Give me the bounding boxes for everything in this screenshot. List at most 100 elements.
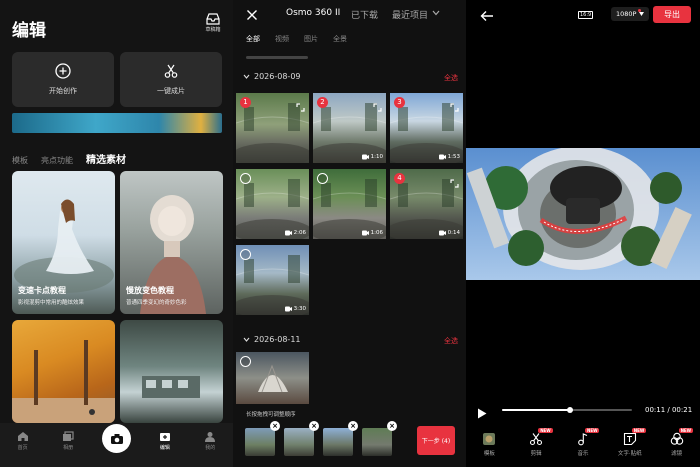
export-button[interactable]: 导出 (653, 6, 691, 23)
new-badge: NEW (584, 428, 600, 433)
card-subtitle: 影视混剪中常用的酷炫效果 (18, 300, 85, 306)
edit-screen: 编辑 草稿箱 开始创作 一键成片 模板 亮点功能 精选素材 变速卡点教程 影视混… (0, 0, 233, 467)
duration-label: 3:30 (284, 306, 306, 312)
video-360-icon (284, 306, 292, 312)
tab-featured[interactable]: 精选素材 (86, 151, 126, 166)
card-image (12, 340, 115, 423)
progress-handle[interactable] (566, 407, 573, 413)
filter-all[interactable]: 全部 (246, 34, 260, 44)
scissors-icon (164, 64, 178, 78)
one-click-video-label: 一键成片 (157, 87, 185, 95)
reorder-hint: 长按拖拽可调整顺序 (246, 412, 296, 418)
selected-clip[interactable] (245, 428, 275, 456)
remove-clip-button[interactable]: × (309, 421, 319, 431)
nav-edit[interactable]: 编辑 (150, 431, 180, 451)
selected-clip[interactable] (362, 428, 392, 456)
duration-text: 1:06 (370, 230, 383, 236)
tutorial-card-color[interactable]: 慢放变色教程 普通四季变幻的奇妙色彩 (120, 171, 223, 314)
date-header: 2026-08-09 (254, 72, 301, 81)
filter-panorama[interactable]: 全景 (333, 34, 347, 44)
select-checkbox[interactable] (240, 173, 251, 184)
remove-clip-button[interactable]: × (348, 421, 358, 431)
media-thumbnail[interactable] (236, 352, 309, 404)
close-button[interactable] (246, 6, 258, 25)
selection-order-badge[interactable]: 1 (240, 97, 251, 108)
selection-order-badge[interactable]: 4 (394, 173, 405, 184)
resolution-selector[interactable]: 1080P (611, 7, 650, 21)
device-title[interactable]: Osmo 360 II (286, 8, 340, 18)
tool-text-sticker[interactable]: NEW 文字·贴纸 (612, 428, 648, 457)
filter-photo[interactable]: 图片 (304, 34, 318, 44)
media-thumbnail[interactable]: 1:06 (313, 169, 386, 239)
chevron-down-icon[interactable] (432, 10, 440, 16)
expand-icon (450, 103, 459, 112)
media-thumbnail[interactable]: 4 0:14 (390, 169, 463, 239)
media-thumbnail[interactable]: 3:30 (236, 245, 309, 315)
media-thumbnail[interactable]: 2 1:10 (313, 93, 386, 163)
scroll-indicator (246, 56, 308, 59)
tool-template[interactable]: 模板 (471, 432, 507, 457)
video-preview[interactable] (466, 148, 700, 280)
media-thumbnail[interactable]: 1 (236, 93, 309, 163)
selection-order-badge[interactable]: 3 (394, 97, 405, 108)
select-all-button[interactable]: 全选 (444, 336, 458, 346)
duration-label: 1:53 (438, 154, 460, 160)
selected-clip[interactable] (323, 428, 353, 456)
promo-banner[interactable] (12, 113, 222, 133)
content-tabs: 模板 亮点功能 精选素材 (12, 151, 126, 166)
progress-fill (502, 409, 570, 411)
expand-preview-button[interactable] (450, 173, 459, 192)
aspect-ratio-button[interactable]: 16:9 (578, 11, 594, 19)
tool-filter[interactable]: NEW 滤镜 (659, 428, 695, 457)
play-icon (478, 408, 487, 419)
expand-preview-button[interactable] (296, 97, 305, 116)
media-thumbnail[interactable]: 2:06 (236, 169, 309, 239)
tab-templates[interactable]: 模板 (12, 155, 28, 166)
camera-button[interactable] (102, 424, 131, 453)
filter-video[interactable]: 视频 (275, 34, 289, 44)
expand-preview-button[interactable] (373, 97, 382, 116)
music-icon (578, 433, 588, 446)
duration-label: 2:06 (284, 230, 306, 236)
back-button[interactable] (480, 7, 494, 26)
drafts-button[interactable]: 草稿箱 (203, 13, 223, 33)
tutorial-card-speed[interactable]: 变速卡点教程 影视混剪中常用的酷炫效果 (12, 171, 115, 314)
select-checkbox[interactable] (240, 249, 251, 260)
tool-cut[interactable]: NEW 剪辑 (518, 428, 554, 457)
profile-icon (205, 432, 216, 442)
nav-profile-label: 我的 (205, 445, 216, 451)
video-360-icon (438, 154, 446, 160)
collapse-icon[interactable] (243, 74, 250, 79)
duration-label: 1:06 (361, 230, 383, 236)
plus-circle-icon (55, 63, 71, 79)
menu-downloaded[interactable]: 已下载 (351, 8, 378, 21)
one-click-video-button[interactable]: 一键成片 (120, 52, 222, 107)
tab-highlights[interactable]: 亮点功能 (41, 155, 73, 166)
start-create-button[interactable]: 开始创作 (12, 52, 114, 107)
select-checkbox[interactable] (317, 173, 328, 184)
tutorial-card-panorama[interactable] (120, 320, 223, 423)
next-button[interactable]: 下一步 (4) (417, 426, 455, 455)
selected-clip[interactable] (284, 428, 314, 456)
nav-album[interactable]: 相册 (53, 431, 83, 451)
remove-clip-button[interactable]: × (270, 421, 280, 431)
album-icon (63, 431, 74, 441)
select-checkbox[interactable] (240, 356, 251, 367)
template-icon (483, 433, 496, 445)
expand-icon (296, 103, 305, 112)
select-all-button[interactable]: 全选 (444, 73, 458, 83)
expand-preview-button[interactable] (450, 97, 459, 116)
filter-icon (670, 432, 683, 445)
collapse-icon[interactable] (243, 337, 250, 342)
media-thumbnail[interactable]: 3 1:53 (390, 93, 463, 163)
remove-clip-button[interactable]: × (387, 421, 397, 431)
tutorial-card-autumn[interactable] (12, 320, 115, 423)
menu-recent-projects[interactable]: 最近项目 (392, 8, 428, 21)
nav-profile[interactable]: 我的 (195, 431, 225, 451)
nav-home[interactable]: 首页 (8, 431, 38, 451)
selection-order-badge[interactable]: 2 (317, 97, 328, 108)
play-button[interactable] (477, 404, 487, 423)
tool-music[interactable]: NEW 音乐 (565, 428, 601, 457)
expand-icon (450, 179, 459, 188)
home-icon (17, 432, 28, 441)
